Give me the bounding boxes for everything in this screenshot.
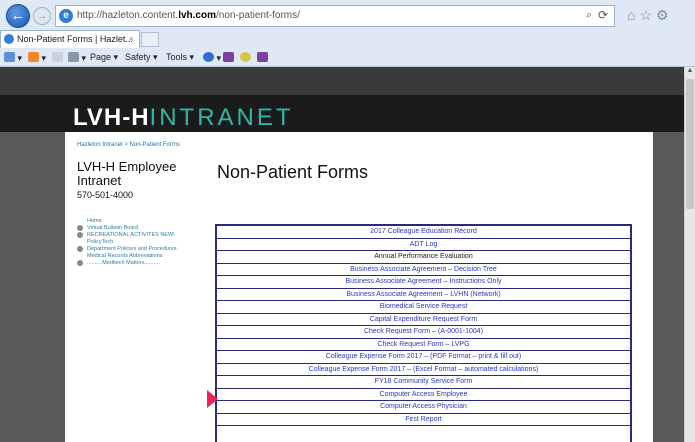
- form-link[interactable]: 2017 Colleague Education Record: [217, 226, 630, 239]
- browser-chrome: ← → e http://hazleton.content.lvh.com/no…: [0, 0, 695, 67]
- ie-page-icon: e: [59, 9, 73, 23]
- form-link[interactable]: FY18 Community Service Form: [217, 376, 630, 389]
- form-link[interactable]: Business Associate Agreement – Decision …: [217, 264, 630, 276]
- form-link[interactable]: Business Associate Agreement – Instructi…: [217, 276, 630, 289]
- sidebar-item[interactable]: ..........Meditech Matters..........: [77, 260, 207, 267]
- sidebar-item[interactable]: Virtual Bulletin Board: [77, 225, 207, 232]
- sidebar-item-label: RECREATIONAL ACTIVITES NEW!: [87, 232, 175, 238]
- form-link[interactable]: Biomedical Service Request: [217, 301, 630, 314]
- search-icon[interactable]: ⌕: [586, 9, 592, 22]
- bullet-icon: [77, 260, 83, 266]
- addon-icon[interactable]: [240, 52, 251, 63]
- sidebar-nav: Home Virtual Bulletin Board RECREATIONAL A…: [77, 218, 207, 267]
- bullet-icon: [77, 246, 83, 252]
- tools-menu[interactable]: Tools ▾: [166, 52, 194, 63]
- sidebar-item-label: ..........Meditech Matters..........: [87, 260, 160, 266]
- scroll-up-icon[interactable]: ▲: [685, 67, 695, 78]
- site-logo[interactable]: LVH-HINTRANET: [73, 104, 294, 132]
- onenote-icon[interactable]: [223, 52, 234, 63]
- sidebar-item[interactable]: Department Policies and Procedures: [77, 246, 207, 253]
- home-icon[interactable]: ▾: [4, 52, 22, 64]
- sidebar-item-label: PolicyTech: [87, 239, 114, 245]
- sidebar-item[interactable]: Medical Records Abbreviations: [77, 253, 207, 260]
- print-icon[interactable]: ▾: [68, 52, 86, 64]
- sidebar-item-label: Medical Records Abbreviations: [87, 253, 163, 259]
- form-link[interactable]: First Report: [217, 414, 630, 426]
- sidebar-item[interactable]: RECREATIONAL ACTIVITES NEW!: [77, 232, 207, 239]
- form-link[interactable]: Business Associate Agreement – LVHN (Net…: [217, 289, 630, 301]
- command-bar: ▾ ▾ ▾ Page ▾ Safety ▾ Tools ▾ ▾: [0, 48, 695, 67]
- bullet-icon: [77, 232, 83, 238]
- mail-icon[interactable]: [52, 52, 63, 63]
- site-top-band: [0, 67, 695, 95]
- form-link[interactable]: Computer Access Physician: [217, 401, 630, 414]
- form-link[interactable]: ADT Log: [217, 239, 630, 251]
- form-link[interactable]: Colleague Expense Form 2017 – (Excel For…: [217, 364, 630, 376]
- new-tab-button[interactable]: [141, 32, 159, 47]
- form-link[interactable]: Check Request Form – LVPG: [217, 339, 630, 351]
- safety-menu[interactable]: Safety ▾: [125, 52, 158, 63]
- page-scrollbar[interactable]: ▲: [684, 67, 695, 442]
- sidebar-phone: 570-501-4000: [77, 190, 134, 200]
- forward-button[interactable]: →: [33, 7, 51, 25]
- sidebar-item-label: Virtual Bulletin Board: [87, 225, 139, 231]
- form-link[interactable]: Computer Access Employee: [217, 389, 630, 401]
- feeds-icon[interactable]: ▾: [28, 52, 46, 64]
- sidebar-item-label: Home: [87, 218, 102, 224]
- tab-favicon-icon: [4, 34, 14, 44]
- sidebar-item[interactable]: PolicyTech: [77, 239, 207, 246]
- pointer-arrow-icon: [207, 390, 218, 408]
- sidebar-title: LVH-H Employee Intranet: [77, 159, 177, 188]
- scroll-thumb[interactable]: [686, 79, 694, 209]
- forms-table: 2017 Colleague Education Record ADT Log An…: [215, 224, 632, 442]
- breadcrumb[interactable]: Hazleton Intranet > Non-Patient Forms: [77, 142, 180, 148]
- browser-tab[interactable]: Non-Patient Forms | Hazlet... ×: [0, 30, 140, 48]
- home-favorites-settings-icons[interactable]: ⌂☆⚙: [627, 7, 673, 24]
- refresh-icon[interactable]: ⟳: [598, 8, 608, 22]
- back-button[interactable]: ←: [6, 4, 30, 28]
- sidebar-item[interactable]: Home: [77, 218, 207, 225]
- content-panel: Hazleton Intranet > Non-Patient Forms LV…: [65, 132, 653, 442]
- address-row: ← → e http://hazleton.content.lvh.com/no…: [0, 0, 695, 30]
- bullet-icon: [77, 225, 83, 231]
- onenote-send-icon[interactable]: [257, 52, 268, 63]
- tab-title: Non-Patient Forms | Hazlet...: [17, 34, 133, 44]
- tab-close-icon[interactable]: ×: [129, 31, 134, 47]
- page-menu[interactable]: Page ▾: [90, 52, 118, 63]
- url-text[interactable]: http://hazleton.content.lvh.com/non-pati…: [77, 10, 300, 21]
- form-link[interactable]: Colleague Expense Form 2017 – (PDF Forma…: [217, 351, 630, 364]
- help-icon[interactable]: ▾: [203, 52, 221, 64]
- form-link[interactable]: Check Request Form – (A-0001-1004): [217, 326, 630, 339]
- address-bar[interactable]: e http://hazleton.content.lvh.com/non-pa…: [55, 5, 615, 27]
- sidebar-item-label: Department Policies and Procedures: [87, 246, 177, 252]
- form-link[interactable]: Annual Performance Evaluation: [217, 251, 630, 264]
- page-title: Non-Patient Forms: [217, 162, 369, 182]
- form-link[interactable]: Capital Expenditure Request Form: [217, 314, 630, 326]
